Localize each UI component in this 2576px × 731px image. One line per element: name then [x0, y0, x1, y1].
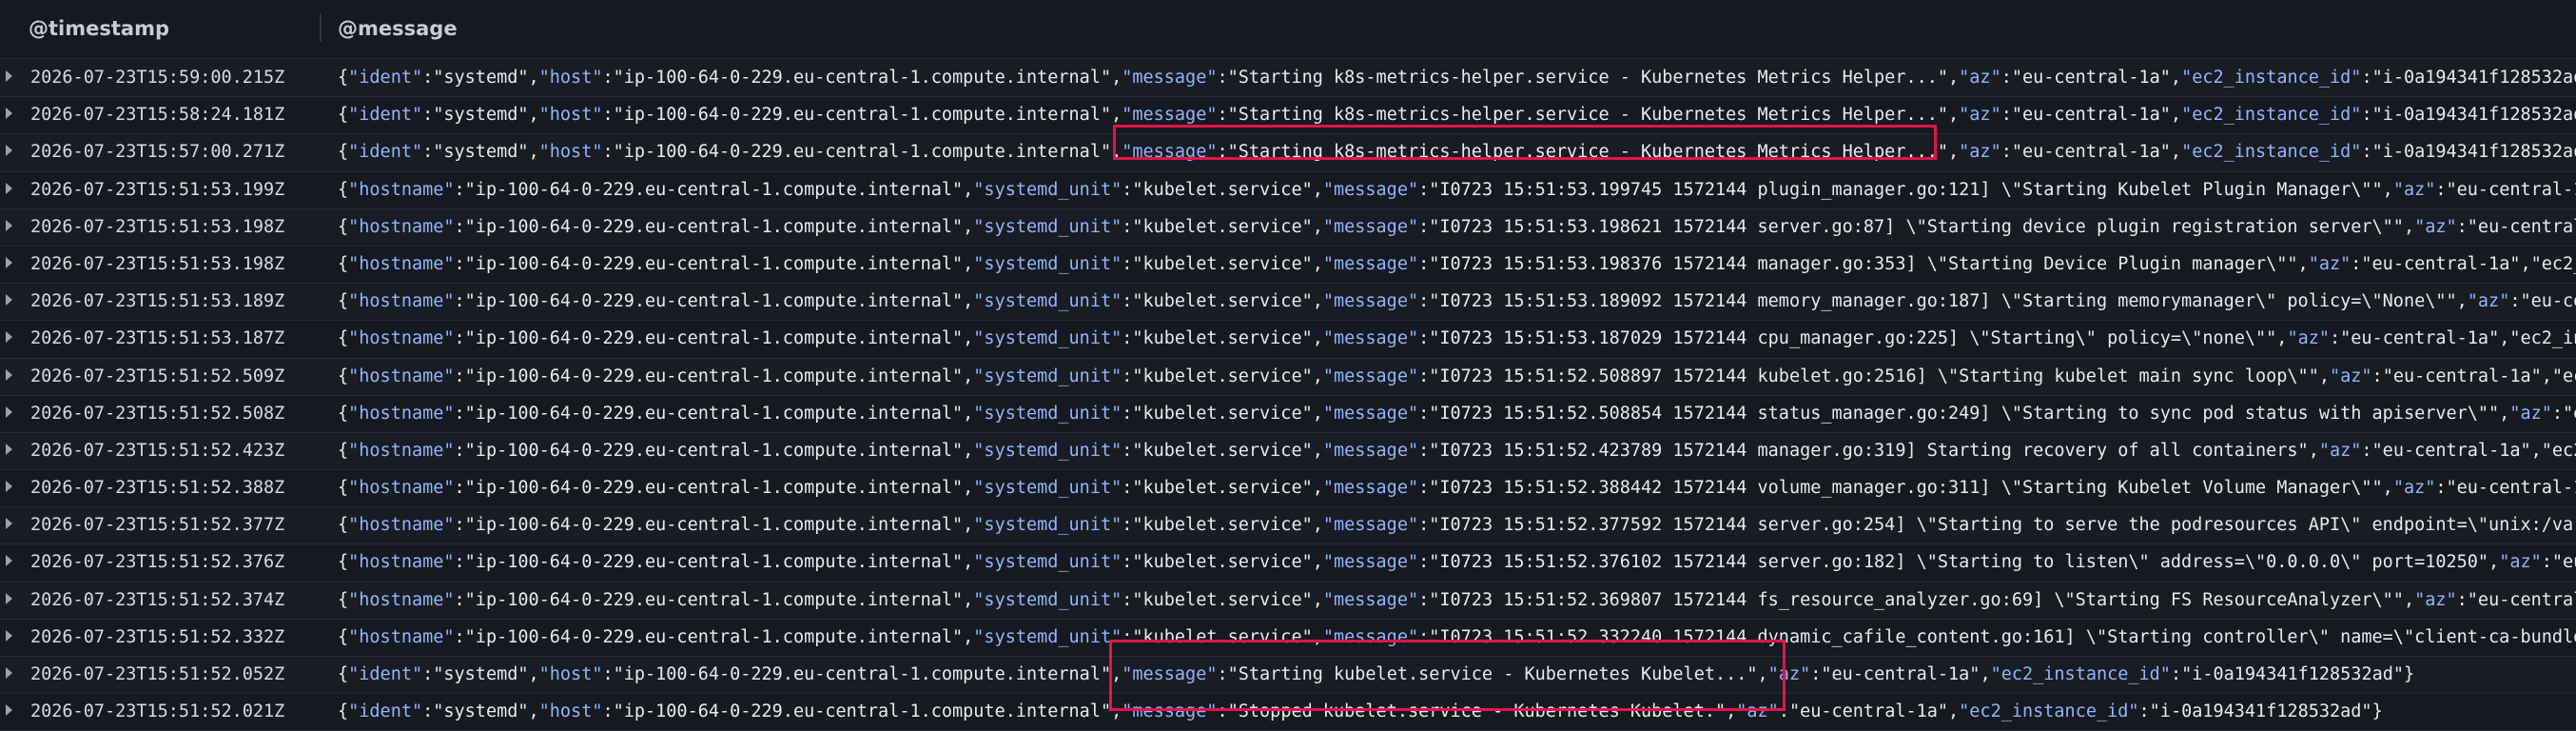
row-message: {"ident":"systemd","host":"ip-100-64-0-2… — [338, 142, 2576, 163]
expand-caret-icon[interactable] — [6, 667, 12, 679]
row-timestamp: 2026-07-23T15:51:53.198Z — [30, 253, 285, 274]
table-row[interactable]: 2026-07-23T15:51:52.374Z {"hostname":"ip-… — [0, 582, 2576, 620]
row-message: {"ident":"systemd","host":"ip-100-64-0-2… — [338, 701, 2383, 722]
table-row[interactable]: 2026-07-23T15:59:00.215Z {"ident":"system… — [0, 60, 2576, 98]
table-row[interactable]: 2026-07-23T15:51:53.198Z {"hostname":"ip-… — [0, 208, 2576, 247]
expand-caret-icon[interactable] — [6, 294, 12, 306]
row-message: {"hostname":"ip-100-64-0-229.eu-central-… — [338, 440, 2576, 461]
row-message: {"hostname":"ip-100-64-0-229.eu-central-… — [338, 515, 2576, 536]
expand-caret-icon[interactable] — [6, 70, 12, 82]
row-message: {"ident":"systemd","host":"ip-100-64-0-2… — [338, 664, 2415, 684]
column-header-message[interactable]: @message — [338, 17, 458, 40]
row-message: {"hostname":"ip-100-64-0-229.eu-central-… — [338, 403, 2576, 424]
row-timestamp: 2026-07-23T15:51:53.189Z — [30, 291, 285, 312]
table-row[interactable]: 2026-07-23T15:51:53.187Z {"hostname":"ip-… — [0, 321, 2576, 359]
row-timestamp: 2026-07-23T15:58:24.181Z — [30, 105, 285, 126]
expand-caret-icon[interactable] — [6, 145, 12, 157]
row-timestamp: 2026-07-23T15:51:52.374Z — [30, 589, 285, 610]
expand-caret-icon[interactable] — [6, 629, 12, 642]
expand-caret-icon[interactable] — [6, 405, 12, 418]
log-rows: 2026-07-23T15:59:00.215Z {"ident":"system… — [0, 60, 2576, 731]
table-row[interactable]: 2026-07-23T15:51:52.508Z {"hostname":"ip-… — [0, 395, 2576, 433]
column-header-timestamp[interactable]: @timestamp — [29, 17, 169, 40]
row-timestamp: 2026-07-23T15:51:52.388Z — [30, 478, 285, 499]
row-timestamp: 2026-07-23T15:59:00.215Z — [30, 68, 285, 88]
row-message: {"hostname":"ip-100-64-0-229.eu-central-… — [338, 589, 2576, 610]
expand-caret-icon[interactable] — [6, 182, 12, 194]
row-timestamp: 2026-07-23T15:51:52.508Z — [30, 403, 285, 424]
row-message: {"hostname":"ip-100-64-0-229.eu-central-… — [338, 478, 2576, 499]
expand-caret-icon[interactable] — [6, 368, 12, 381]
table-row[interactable]: 2026-07-23T15:51:52.376Z {"hostname":"ip-… — [0, 544, 2576, 583]
row-timestamp: 2026-07-23T15:57:00.271Z — [30, 142, 285, 163]
table-row[interactable]: 2026-07-23T15:51:52.388Z {"hostname":"ip-… — [0, 470, 2576, 508]
expand-caret-icon[interactable] — [6, 592, 12, 604]
row-message: {"hostname":"ip-100-64-0-229.eu-central-… — [338, 366, 2576, 386]
expand-caret-icon[interactable] — [6, 518, 12, 530]
table-row[interactable]: 2026-07-23T15:51:53.189Z {"hostname":"ip-… — [0, 284, 2576, 322]
row-timestamp: 2026-07-23T15:51:52.509Z — [30, 366, 285, 386]
table-row[interactable]: 2026-07-23T15:51:52.052Z {"ident":"system… — [0, 657, 2576, 695]
expand-caret-icon[interactable] — [6, 219, 12, 231]
expand-caret-icon[interactable] — [6, 331, 12, 344]
row-message: {"hostname":"ip-100-64-0-229.eu-central-… — [338, 328, 2576, 349]
row-message: {"ident":"systemd","host":"ip-100-64-0-2… — [338, 68, 2576, 88]
table-row[interactable]: 2026-07-23T15:58:24.181Z {"ident":"system… — [0, 97, 2576, 135]
expand-caret-icon[interactable] — [6, 443, 12, 455]
expand-caret-icon[interactable] — [6, 555, 12, 567]
row-message: {"hostname":"ip-100-64-0-229.eu-central-… — [338, 291, 2576, 312]
table-row[interactable]: 2026-07-23T15:51:53.198Z {"hostname":"ip-… — [0, 246, 2576, 285]
row-timestamp: 2026-07-23T15:51:53.198Z — [30, 216, 285, 237]
table-row[interactable]: 2026-07-23T15:51:53.199Z {"hostname":"ip-… — [0, 171, 2576, 209]
row-message: {"hostname":"ip-100-64-0-229.eu-central-… — [338, 216, 2576, 237]
row-message: {"hostname":"ip-100-64-0-229.eu-central-… — [338, 253, 2576, 274]
row-timestamp: 2026-07-23T15:51:53.187Z — [30, 328, 285, 349]
row-timestamp: 2026-07-23T15:51:52.376Z — [30, 552, 285, 573]
table-row[interactable]: 2026-07-23T15:57:00.271Z {"ident":"system… — [0, 134, 2576, 172]
expand-caret-icon[interactable] — [6, 256, 12, 268]
row-timestamp: 2026-07-23T15:51:53.199Z — [30, 179, 285, 200]
row-timestamp: 2026-07-23T15:51:52.021Z — [30, 701, 285, 722]
row-message: {"hostname":"ip-100-64-0-229.eu-central-… — [338, 552, 2576, 573]
row-message: {"hostname":"ip-100-64-0-229.eu-central-… — [338, 179, 2576, 200]
table-row[interactable]: 2026-07-23T15:51:52.509Z {"hostname":"ip-… — [0, 358, 2576, 396]
table-row[interactable]: 2026-07-23T15:51:52.377Z {"hostname":"ip-… — [0, 507, 2576, 545]
row-message: {"ident":"systemd","host":"ip-100-64-0-2… — [338, 105, 2576, 126]
column-divider[interactable] — [320, 13, 322, 42]
table-row[interactable]: 2026-07-23T15:51:52.332Z {"hostname":"ip-… — [0, 619, 2576, 657]
expand-caret-icon[interactable] — [6, 481, 12, 493]
row-timestamp: 2026-07-23T15:51:52.332Z — [30, 626, 285, 647]
expand-caret-icon[interactable] — [6, 704, 12, 717]
row-message: {"hostname":"ip-100-64-0-229.eu-central-… — [338, 626, 2576, 647]
log-table-header: @timestamp @message — [0, 0, 2576, 59]
row-timestamp: 2026-07-23T15:51:52.377Z — [30, 515, 285, 536]
expand-caret-icon[interactable] — [6, 108, 12, 120]
row-timestamp: 2026-07-23T15:51:52.052Z — [30, 664, 285, 684]
row-timestamp: 2026-07-23T15:51:52.423Z — [30, 440, 285, 461]
table-row[interactable]: 2026-07-23T15:51:52.423Z {"hostname":"ip-… — [0, 432, 2576, 471]
